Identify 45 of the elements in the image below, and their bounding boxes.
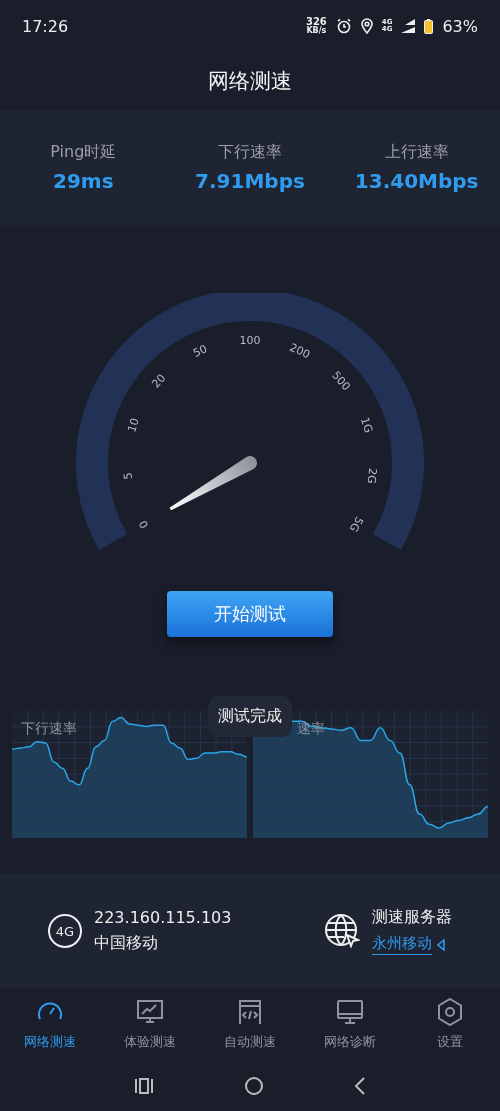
stat-value: 7.91Mbps (195, 169, 305, 193)
tab-item[interactable]: 自动测速 (200, 988, 300, 1060)
home-button[interactable] (244, 1075, 264, 1096)
scale-label: 50 (191, 342, 210, 360)
carrier-name: 中国移动 (94, 933, 159, 954)
battery-icon (424, 18, 434, 34)
globe-icon (324, 913, 360, 949)
ip-address: 223.160.115.103 (94, 908, 232, 927)
back-button[interactable] (354, 1075, 366, 1096)
toast-message: 测试完成 (208, 696, 292, 737)
stat-value: 29ms (53, 169, 114, 193)
monitor-icon (335, 997, 365, 1027)
recent-apps-button[interactable] (134, 1076, 154, 1095)
start-test-button[interactable]: 开始测试 (167, 591, 333, 637)
net-speed: 326 (305, 17, 327, 27)
status-time: 17:26 (22, 16, 69, 36)
scale-label: 20 (149, 371, 169, 391)
tab-item[interactable]: 体验测速 (100, 988, 200, 1060)
scale-label: 5G (346, 514, 366, 535)
scale-label: 5 (121, 471, 135, 480)
stat-label: 上行速率 (384, 142, 449, 163)
caret-icon[interactable] (437, 938, 445, 951)
settings-icon (435, 997, 465, 1027)
scale-label: 1G (357, 415, 376, 435)
alarm-icon (335, 18, 352, 34)
tab-item[interactable]: 设置 (400, 988, 500, 1060)
stat-label: Ping时延 (50, 142, 117, 163)
network-badge: 4G (48, 914, 82, 948)
battery-percent: 63% (442, 16, 478, 36)
server-title: 测速服务器 (372, 907, 452, 928)
tab-item[interactable]: 网络诊断 (300, 988, 400, 1060)
tab-item[interactable]: 网络测速 (0, 988, 100, 1060)
location-icon (360, 18, 373, 34)
stat-label: 下行速率 (218, 142, 282, 163)
scale-label: 0 (136, 517, 152, 531)
server-link[interactable]: 永州移动 (372, 934, 432, 955)
scale-label: 100 (239, 334, 261, 347)
scale-label: 10 (125, 416, 142, 434)
scale-label: 2G (364, 467, 380, 485)
stat-value: 13.40Mbps (354, 169, 479, 193)
page-title: 网络测速 (208, 68, 292, 95)
graph-label: 下行速率 (21, 720, 77, 738)
signal-icon (401, 18, 416, 34)
net-speed-unit: KB/s (306, 27, 327, 35)
scale-label: 200 (287, 340, 313, 362)
